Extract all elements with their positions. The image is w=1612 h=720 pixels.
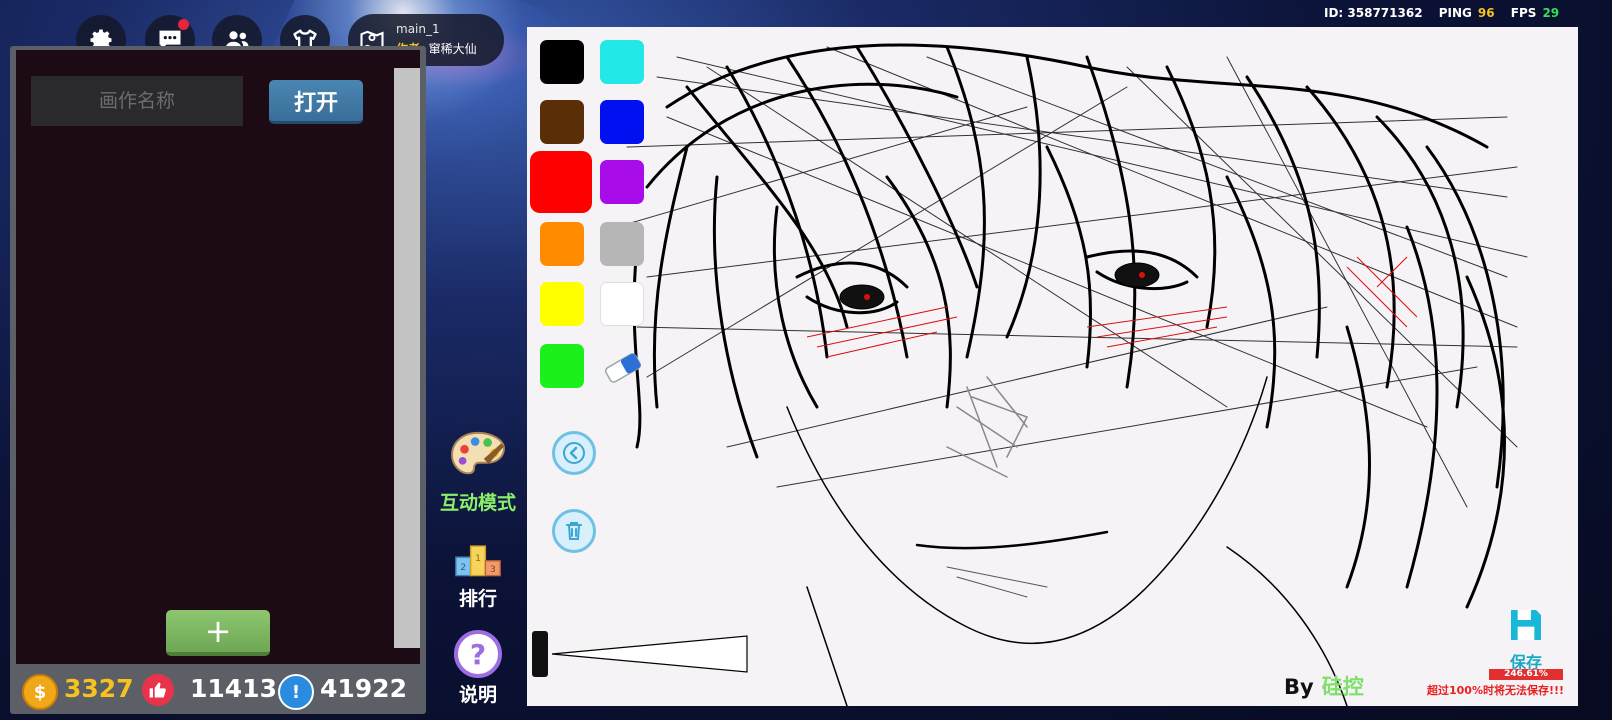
chevron-left-icon <box>563 442 585 464</box>
palette-icon <box>451 431 505 475</box>
save-size-progress: 246.61% <box>1489 669 1563 680</box>
ping-value: 96 <box>1477 6 1495 20</box>
alert-icon: ! <box>278 674 314 710</box>
color-swatch[interactable] <box>540 100 584 144</box>
ping-label: PING <box>1438 6 1472 20</box>
brush-size-wedge-icon <box>532 631 748 677</box>
color-swatch[interactable] <box>540 344 584 388</box>
svg-text:1: 1 <box>475 553 481 564</box>
interactive-mode-button[interactable]: 互动模式 <box>436 430 520 515</box>
interactive-mode-label: 互动模式 <box>439 492 516 514</box>
help-label: 说明 <box>458 684 497 706</box>
list-scrollbar[interactable] <box>394 68 420 648</box>
alert-count: 41922 <box>320 674 407 703</box>
artwork-name-input[interactable] <box>31 76 243 126</box>
sketch-artwork <box>616 43 1528 706</box>
coin-count: 3327 <box>64 674 134 703</box>
fps-label: FPS <box>1510 6 1537 20</box>
open-button[interactable]: 打开 <box>269 80 363 124</box>
trash-icon <box>566 522 582 540</box>
artwork-list: 打开 + <box>16 50 420 664</box>
notification-dot <box>178 19 189 30</box>
clear-canvas-button[interactable] <box>552 509 596 553</box>
svg-text:3: 3 <box>490 564 496 575</box>
color-swatch[interactable] <box>540 40 584 84</box>
brush-size-handle <box>532 631 548 677</box>
ranking-label: 排行 <box>458 588 497 610</box>
undo-button[interactable] <box>552 431 596 475</box>
color-swatch[interactable] <box>540 282 584 326</box>
color-swatch[interactable] <box>600 40 644 84</box>
color-swatch[interactable] <box>540 222 584 266</box>
map-name: main_1 <box>396 22 440 36</box>
help-button[interactable]: ? 说明 <box>436 630 520 707</box>
user-id: ID: 358771362 <box>1324 6 1423 20</box>
add-artwork-button[interactable]: + <box>166 610 270 656</box>
save-icon <box>1511 610 1541 640</box>
question-icon: ? <box>454 630 502 678</box>
coin-icon: $ <box>22 674 58 710</box>
color-swatch[interactable] <box>600 222 644 266</box>
fps-value: 29 <box>1542 6 1560 20</box>
artwork-panel: 打开 + $ 3327 11413.8 ! 41922 <box>10 46 426 714</box>
eraser-tool[interactable] <box>600 348 646 388</box>
by-label: By <box>1284 675 1314 699</box>
ranking-button[interactable]: 2 1 3 排行 <box>436 540 520 611</box>
color-swatch[interactable] <box>530 151 592 213</box>
podium-icon: 2 1 3 <box>455 545 501 577</box>
connection-stats: ID: 358771362 PING 96 FPS 29 <box>1324 6 1571 20</box>
save-limit-warning: 超过100%时将无法保存!!! <box>1427 684 1565 697</box>
save-button[interactable]: 保存 <box>1502 605 1550 673</box>
svg-text:2: 2 <box>460 562 466 573</box>
color-swatch[interactable] <box>600 282 644 326</box>
brush-size-slider[interactable] <box>532 631 762 677</box>
color-swatch[interactable] <box>600 160 644 204</box>
drawing-canvas[interactable]: By 硅控 保存 246.61% 超过100%时将无法保存!!! <box>527 27 1578 706</box>
author-name: 窜稀大仙 <box>428 42 477 56</box>
color-swatch[interactable] <box>600 100 644 144</box>
byline: By 硅控 <box>1284 671 1364 701</box>
eraser-icon <box>604 353 642 383</box>
player-stats: $ 3327 11413.8 ! 41922 <box>10 666 426 714</box>
artist-name: 硅控 <box>1321 675 1364 699</box>
like-icon <box>142 674 174 706</box>
